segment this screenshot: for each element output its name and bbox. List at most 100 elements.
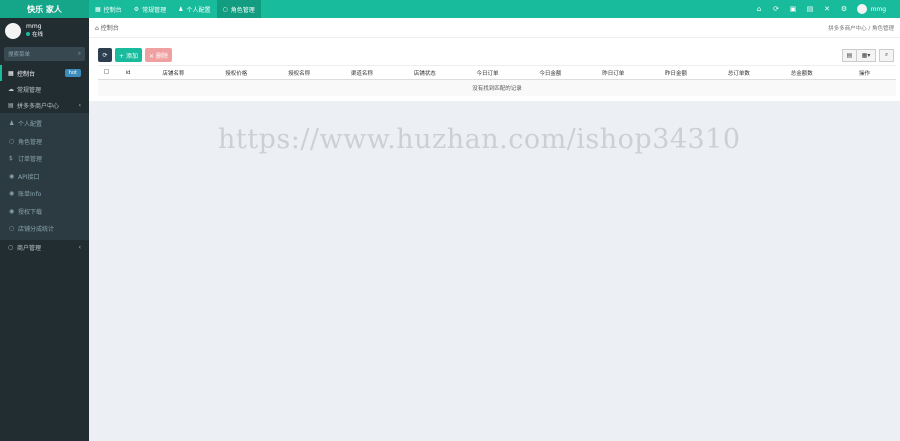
submenu-item-label: 店铺分成统计 <box>18 226 55 234</box>
download-icon: ◉ <box>9 207 15 215</box>
sidebar-item-label: 商户管理 <box>17 245 42 252</box>
top-nav-label: 角色管理 <box>230 6 255 14</box>
column-header[interactable]: 今日金额 <box>518 65 582 80</box>
chevron-left-icon: ‹ <box>78 101 81 109</box>
toggle-view-button[interactable]: ▤ <box>842 48 857 62</box>
delete-button[interactable]: ✕ 删除 <box>145 48 172 62</box>
column-header[interactable]: 总金额数 <box>770 65 834 80</box>
api-icon: ◉ <box>9 172 15 180</box>
data-table: id 店铺名称 授权价格 授权名称 渠道名称 店铺状态 今日订单 今日金额 昨日订单 昨日金额 总订… <box>98 65 896 96</box>
submenu-item[interactable]: ○ 角色管理 <box>0 133 89 151</box>
user-icon: ♟ <box>9 120 15 128</box>
top-nav: ▦ 控制台 ⚙ 常规管理 ♟ 个人配置 ○ 角色管理 <box>89 0 261 18</box>
search-button[interactable]: ⌕ <box>879 48 894 62</box>
submenu-item-label: 订单管理 <box>18 156 43 164</box>
top-nav-label: 个人配置 <box>186 6 211 14</box>
hot-badge: hot <box>64 69 81 77</box>
submenu-item-label: 授权下载 <box>18 208 43 216</box>
home-icon[interactable]: ⌂ <box>751 5 768 13</box>
search-icon[interactable]: ⌕ <box>78 51 81 58</box>
column-header[interactable]: 今日订单 <box>456 65 519 80</box>
status-text: 在线 <box>32 32 44 38</box>
watermark: https://www.huzhan.com/ishop34310 <box>218 124 741 155</box>
sidebar-item[interactable]: ▤ 拼多多商户中心 ‹ <box>0 97 89 113</box>
dollar-icon: $ <box>9 155 13 163</box>
avatar <box>856 4 867 14</box>
column-header[interactable]: 总订单数 <box>707 65 771 80</box>
dashboard-icon: ▦ <box>95 5 101 13</box>
user-menu[interactable]: mmg <box>856 4 887 14</box>
submenu-item[interactable]: $ 订单管理 <box>0 150 89 168</box>
dashboard-icon: ▦ <box>8 69 14 77</box>
breadcrumb: ⌂ 控制台 拼多多商户中心 / 角色管理 <box>89 18 900 38</box>
main-content: ⌂ 控制台 拼多多商户中心 / 角色管理 ⟳ + 添加 ✕ 删除 ▤ ▦▾ ⌕ … <box>89 18 900 441</box>
table-panel: ⟳ + 添加 ✕ 删除 ▤ ▦▾ ⌕ id 店铺名称 授权价格 授权名称 渠道名称 店铺状… <box>89 38 900 101</box>
fullscreen-icon[interactable]: ✕ <box>819 5 836 13</box>
chevron-left-icon: ‹ <box>78 244 81 251</box>
sidebar-item[interactable]: ☁ 常规管理 <box>0 81 89 97</box>
refresh-icon[interactable]: ⟳ <box>768 5 785 13</box>
submenu: ♟ 个人配置 ○ 角色管理 $ 订单管理 ◉ API接口 ◉ 账单Info ◉ 授权下载 ○ 店铺分成统计 <box>0 113 89 240</box>
column-header[interactable]: 授权名称 <box>267 65 331 80</box>
app-logo[interactable]: 快乐 家人 <box>0 0 89 18</box>
top-nav-item[interactable]: ▦ 控制台 <box>89 0 128 18</box>
top-nav-item[interactable]: ♟ 个人配置 <box>172 0 216 18</box>
top-username: mmg <box>870 5 887 13</box>
submenu-item-label: 账单Info <box>18 191 42 199</box>
columns-button[interactable]: ▦▾ <box>857 48 876 62</box>
column-header[interactable]: 操作 <box>833 65 896 80</box>
submenu-item-label: API接口 <box>18 173 40 181</box>
sidebar-item[interactable]: ○ 商户管理 ‹ <box>0 240 89 256</box>
column-header[interactable]: 店铺名称 <box>142 65 205 80</box>
submenu-item[interactable]: ○ 店铺分成统计 <box>0 220 89 238</box>
sidebar-search-input[interactable]: 搜索菜单 ⌕ <box>4 47 85 61</box>
sidebar-username: mmg <box>26 23 42 30</box>
breadcrumb-home[interactable]: ⌂ 控制台 <box>95 23 119 32</box>
sidebar-menu: ▦ 控制台 hot ☁ 常规管理 ▤ 拼多多商户中心 ‹ ♟ 个人配置 ○ 角色管理 $ 订单管理 ◉ API… <box>0 65 89 256</box>
account-icon: ◉ <box>9 190 15 198</box>
column-header[interactable]: 渠道名称 <box>330 65 394 80</box>
avatar <box>5 22 21 39</box>
sidebar-item[interactable]: ▦ 控制台 hot <box>0 65 89 81</box>
top-nav-item[interactable]: ○ 角色管理 <box>216 0 261 18</box>
refresh-button[interactable]: ⟳ <box>98 48 112 62</box>
online-status: 在线 <box>26 30 43 38</box>
submenu-item[interactable]: ◉ API接口 <box>0 168 89 186</box>
table-header-row: id 店铺名称 授权价格 授权名称 渠道名称 店铺状态 今日订单 今日金额 昨日订单 昨日金额 总订… <box>98 65 896 80</box>
trash-icon[interactable]: ▣ <box>785 5 802 13</box>
submenu-item[interactable]: ♟ 个人配置 <box>0 115 89 133</box>
top-nav-label: 控制台 <box>103 6 122 14</box>
breadcrumb-trail: 拼多多商户中心 / 角色管理 <box>828 25 894 32</box>
breadcrumb-home-label: 控制台 <box>100 25 119 32</box>
top-nav-label: 常规管理 <box>142 6 167 14</box>
submenu-item[interactable]: ◉ 授权下载 <box>0 203 89 221</box>
circle-icon: ○ <box>9 137 15 145</box>
user-icon: ♟ <box>178 5 184 13</box>
submenu-item-label: 角色管理 <box>18 138 43 146</box>
column-header[interactable]: id <box>114 65 142 80</box>
column-header[interactable]: 店铺状态 <box>393 65 457 80</box>
submenu-item[interactable]: ◉ 账单Info <box>0 185 89 203</box>
sidebar-item-label: 常规管理 <box>17 86 42 94</box>
add-button[interactable]: + 添加 <box>115 48 142 62</box>
column-header[interactable]: 昨日订单 <box>581 65 645 80</box>
top-nav-item[interactable]: ⚙ 常规管理 <box>128 0 172 18</box>
toolbar: ⟳ + 添加 ✕ 删除 ▤ ▦▾ ⌕ <box>98 48 894 62</box>
select-all-checkbox[interactable] <box>98 65 114 80</box>
sidebar-item-label: 拼多多商户中心 <box>17 102 60 110</box>
status-dot <box>26 32 30 36</box>
print-icon[interactable]: ▤ <box>802 5 819 13</box>
cogs-icon: ⚙ <box>133 5 140 13</box>
table-row: 没有找到匹配的记录 <box>98 79 896 96</box>
checkbox[interactable] <box>103 69 109 74</box>
circle-icon: ○ <box>8 244 14 251</box>
column-header[interactable]: 昨日金额 <box>644 65 708 80</box>
top-navbar: 快乐 家人 ▦ 控制台 ⚙ 常规管理 ♟ 个人配置 ○ 角色管理 ⌂ ⟳ ▣ ▤ ✕ ⚙ mm… <box>0 0 900 18</box>
column-header[interactable]: 授权价格 <box>204 65 268 80</box>
top-right-tools: ⌂ ⟳ ▣ ▤ ✕ ⚙ mmg <box>751 0 900 18</box>
circle-icon: ○ <box>222 5 228 13</box>
search-placeholder: 搜索菜单 <box>8 52 31 58</box>
settings-icon[interactable]: ⚙ <box>836 5 853 13</box>
stats-icon: ○ <box>9 225 15 233</box>
sidebar-item-label: 控制台 <box>17 70 36 78</box>
